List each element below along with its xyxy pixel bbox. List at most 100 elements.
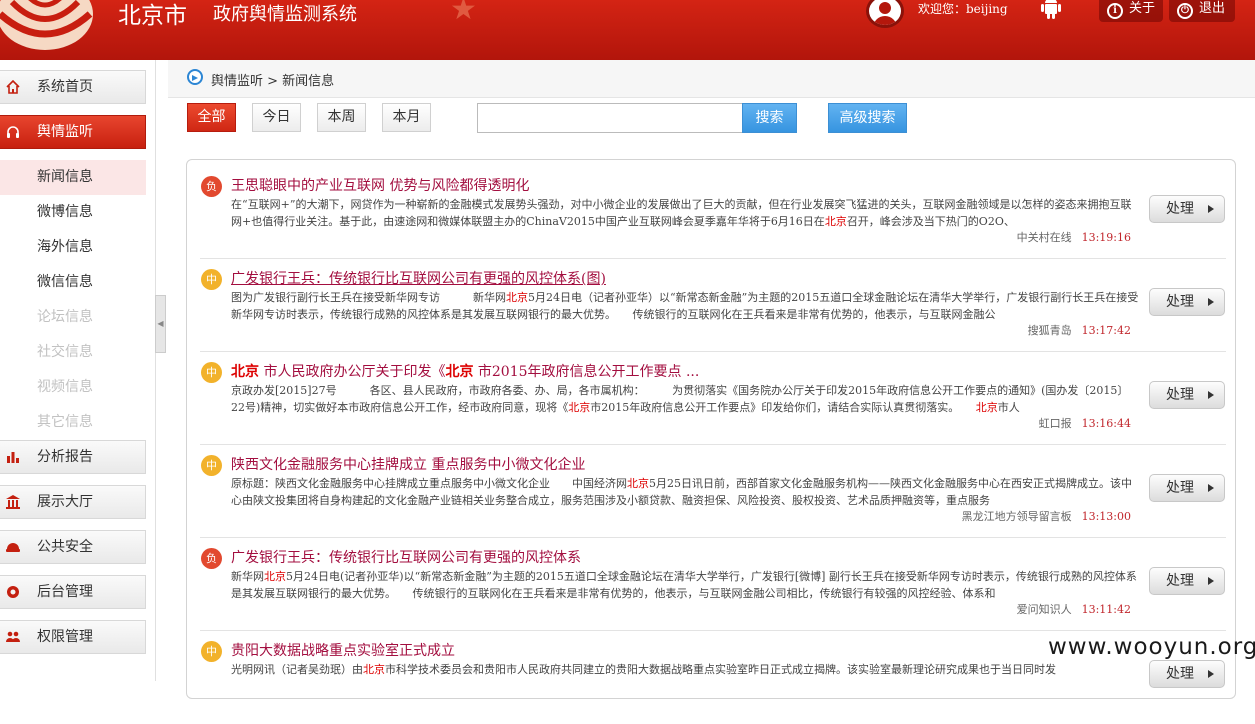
sidebar-item-label: 分析报告 [37, 449, 93, 465]
keyword-highlight: 北京 [627, 477, 649, 490]
keyword-highlight: 北京 [824, 215, 847, 228]
subnav-social: 社交信息 [37, 344, 93, 360]
search-button[interactable]: 搜索 [742, 103, 797, 133]
sidebar-item-label: 后台管理 [37, 584, 93, 600]
sidebar-item-admin[interactable]: 后台管理 [0, 575, 146, 609]
system-title: 政府舆情监测系统 [213, 4, 357, 25]
sentiment-badge: 负 [201, 176, 222, 197]
building-icon [6, 495, 20, 509]
process-button[interactable]: 处理 [1149, 195, 1225, 223]
subnav-video: 视频信息 [37, 379, 93, 395]
headphones-icon [7, 126, 19, 138]
sidebar: 系统首页 舆情监听 新闻信息 微博信息 海外信息 微信信息 论坛信息 社交信息 … [0, 60, 156, 681]
keyword-highlight: 北京 [363, 663, 385, 676]
search-input[interactable] [477, 103, 743, 133]
sidebar-item-home[interactable]: 系统首页 [0, 70, 146, 104]
city-title: 北京市 [118, 3, 187, 29]
filter-month-button[interactable]: 本月 [382, 103, 431, 132]
news-source: 虹口报 [1038, 417, 1072, 430]
news-source: 黑龙江地方领导留言板 [961, 510, 1072, 523]
filter-today-button[interactable]: 今日 [252, 103, 301, 132]
advanced-search-button[interactable]: 高级搜索 [828, 103, 907, 133]
news-meta: 虹口报 13:16:44 [1039, 415, 1131, 431]
news-summary: 图为广发银行副行长王兵在接受新华网专访 新华网北京5月24日电（记者孙亚华）以“… [231, 291, 1139, 321]
welcome-text: 欢迎您：beijing [918, 2, 1008, 16]
news-meta: 搜狐青岛 13:17:42 [1028, 322, 1131, 338]
logout-button[interactable]: ⏻ 退出 [1169, 0, 1235, 22]
power-icon: ⏻ [1177, 3, 1193, 19]
subnav-forum: 论坛信息 [37, 309, 93, 325]
news-title-text: 市2015年政府信息公开工作要点 ... [473, 364, 700, 380]
settings-icon [7, 586, 19, 598]
news-title-link[interactable]: 陕西文化金融服务中心挂牌成立 重点服务中小微文化企业 [231, 454, 1111, 474]
android-icon[interactable] [1041, 0, 1061, 20]
sidebar-item-security[interactable]: 公共安全 [0, 530, 146, 564]
filter-week-button[interactable]: 本周 [317, 103, 366, 132]
subnav-wechat[interactable]: 微信信息 [0, 265, 146, 300]
news-summary: 新华网北京5月24日电(记者孙亚华)以“新常态新金融”为主题的2015五道口全球… [231, 570, 1137, 600]
news-summary: 京政办发[2015]27号 各区、县人民政府，市政府各委、办、局，各市属机构： … [231, 384, 1129, 414]
news-item: 中 北京 市人民政府办公厅关于印发《北京 市2015年政府信息公开工作要点 ..… [200, 352, 1226, 445]
sidebar-item-hall[interactable]: 展示大厅 [0, 485, 146, 519]
keyword-highlight: 北京 [231, 364, 259, 380]
process-button[interactable]: 处理 [1149, 567, 1225, 595]
breadcrumb: 舆情监听 > 新闻信息 [168, 60, 1255, 98]
news-meta: 中关村在线 13:19:16 [1017, 229, 1131, 245]
news-meta: 黑龙江地方领导留言板 13:13:00 [962, 508, 1131, 524]
news-list: 负 王思聪眼中的产业互联网 优势与风险都得透明化 在“互联网+”的大潮下，网贷作… [186, 159, 1236, 699]
keyword-highlight: 北京 [975, 401, 998, 414]
info-icon: i [1107, 3, 1123, 19]
keyword-highlight: 北京 [506, 291, 528, 304]
home-icon [6, 80, 20, 94]
news-title-link[interactable]: 北京 市人民政府办公厅关于印发《北京 市2015年政府信息公开工作要点 ... [231, 361, 1111, 381]
news-title-link[interactable]: 广发银行王兵：传统银行比互联网公司有更强的风控体系 [231, 547, 1111, 567]
news-time: 13:17:42 [1081, 324, 1131, 337]
news-time: 13:11:42 [1081, 603, 1131, 616]
subnav-overseas[interactable]: 海外信息 [0, 230, 146, 265]
news-summary: 在“互联网+”的大潮下，网贷作为一种崭新的金融模式发展势头强劲，对中小微企业的发… [231, 198, 1132, 228]
breadcrumb-text: 舆情监听 > 新闻信息 [211, 74, 335, 89]
news-title-link[interactable]: 贵阳大数据战略重点实验室正式成立 [231, 640, 1111, 660]
sentiment-badge: 中 [201, 269, 222, 290]
news-title-text: 市人民政府办公厅关于印发《 [259, 364, 446, 380]
news-item: 中 陕西文化金融服务中心挂牌成立 重点服务中小微文化企业 原标题：陕西文化金融服… [200, 445, 1226, 538]
sidebar-collapse-handle[interactable]: ◀ [155, 295, 166, 353]
emblem-logo [0, 0, 93, 50]
filter-all-button[interactable]: 全部 [187, 103, 236, 132]
news-item: 负 王思聪眼中的产业互联网 优势与风险都得透明化 在“互联网+”的大潮下，网贷作… [200, 166, 1226, 259]
news-title-link[interactable]: 王思聪眼中的产业互联网 优势与风险都得透明化 [231, 175, 1111, 195]
logout-label: 退出 [1199, 1, 1226, 16]
bar-chart-icon [7, 452, 19, 463]
star-decoration: ★ [450, 0, 477, 27]
sidebar-item-label: 舆情监听 [37, 124, 93, 140]
process-button[interactable]: 处理 [1149, 381, 1225, 409]
news-item: 负 广发银行王兵：传统银行比互联网公司有更强的风控体系 新华网北京5月24日电(… [200, 538, 1226, 631]
about-label: 关于 [1129, 1, 1156, 16]
about-button[interactable]: i 关于 [1099, 0, 1163, 22]
news-time: 13:19:16 [1081, 231, 1131, 244]
process-button[interactable]: 处理 [1149, 474, 1225, 502]
news-source: 爱问知识人 [1016, 603, 1072, 616]
sidebar-item-label: 展示大厅 [37, 494, 93, 510]
sentiment-badge: 负 [201, 548, 222, 569]
news-summary: 原标题：陕西文化金融服务中心挂牌成立重点服务中小微文化企业 中国经济网北京5月2… [231, 477, 1132, 507]
helmet-icon [6, 543, 20, 552]
keyword-highlight: 北京 [445, 364, 474, 380]
user-avatar-icon [866, 0, 904, 28]
sidebar-item-label: 权限管理 [37, 629, 93, 645]
sidebar-item-monitor[interactable]: 舆情监听 [0, 115, 146, 149]
news-source: 搜狐青岛 [1027, 324, 1072, 337]
news-time: 13:13:00 [1081, 510, 1131, 523]
sidebar-item-reports[interactable]: 分析报告 [0, 440, 146, 474]
users-icon [6, 631, 20, 642]
subnav-other: 其它信息 [37, 414, 93, 430]
subnav-news[interactable]: 新闻信息 [0, 160, 146, 195]
news-title-link[interactable]: 广发银行王兵：传统银行比互联网公司有更强的风控体系(图) [231, 268, 1111, 288]
news-summary: 光明网讯（记者吴劲珉）由北京市科学技术委员会和贵阳市人民政府共同建立的贵阳大数据… [231, 663, 1056, 676]
process-button[interactable]: 处理 [1149, 660, 1225, 688]
subnav-weibo[interactable]: 微博信息 [0, 195, 146, 230]
keyword-highlight: 北京 [264, 570, 286, 583]
process-button[interactable]: 处理 [1149, 288, 1225, 316]
sidebar-item-label: 系统首页 [37, 79, 93, 95]
sidebar-item-permissions[interactable]: 权限管理 [0, 620, 146, 654]
